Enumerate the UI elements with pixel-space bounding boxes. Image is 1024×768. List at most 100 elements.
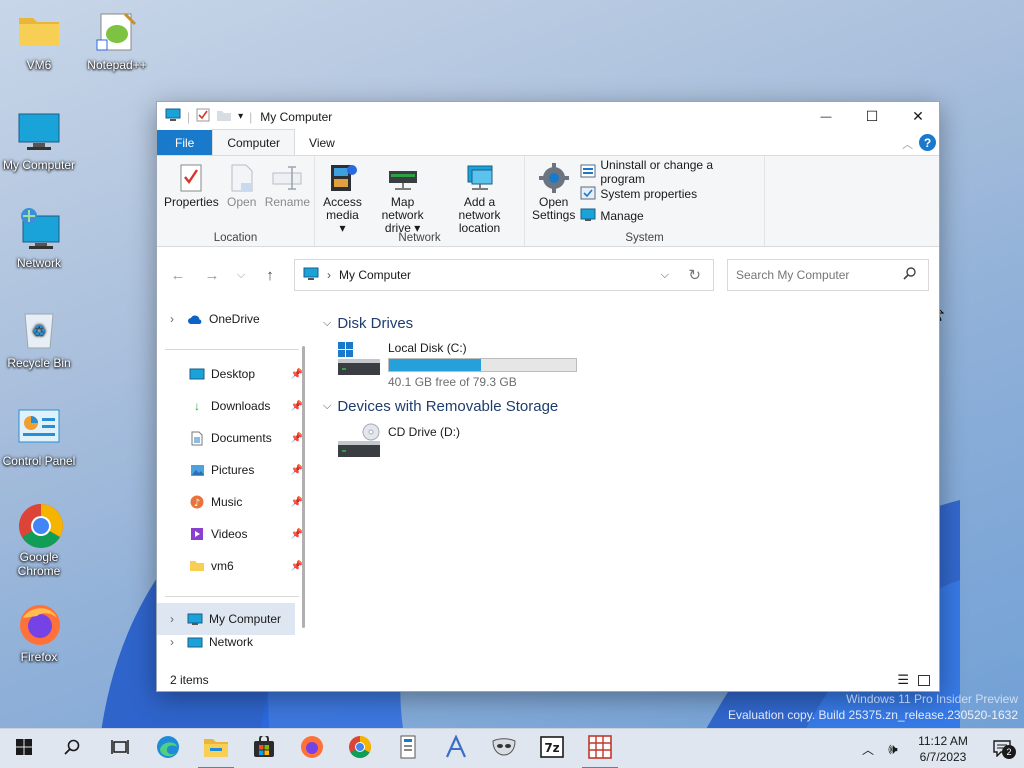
search-icon [903,267,916,283]
collapse-ribbon-icon[interactable]: ︿ [902,136,913,152]
windows-logo-icon [16,739,32,758]
desktop-icon-google-chrome[interactable]: Google Chrome [0,502,78,578]
control-panel-icon [17,406,61,450]
system-properties-button[interactable]: System properties [580,183,760,205]
new-folder-quick-icon[interactable] [216,108,232,125]
taskbar-app-mask[interactable] [480,729,528,768]
nav-item-network[interactable]: › Network [157,635,307,649]
tab-computer[interactable]: Computer [212,129,296,155]
mask-app-icon [491,737,517,760]
tab-view[interactable]: View [295,130,349,155]
ribbon: Properties Open Rename Location Access m… [157,156,939,247]
details-view-icon[interactable]: ☰ [897,672,909,688]
desktop-icon-control-panel[interactable]: Control Panel [0,406,78,468]
drive-local-disk-c[interactable]: Local Disk (C:) 40.1 GB free of 79.3 GB [337,341,577,389]
large-icons-view-icon[interactable] [918,674,930,686]
up-arrow-icon[interactable]: ↑ [253,267,287,284]
refresh-icon[interactable]: ↻ [688,266,701,284]
volume-icon[interactable]: 🕪 [880,741,906,758]
desktop-icon-notepadpp[interactable]: Notepad++ [78,10,156,72]
nav-item-vm6[interactable]: vm6 📌 [157,550,307,582]
close-button[interactable]: ✕ [895,102,941,131]
help-icon[interactable]: ? [919,134,936,151]
ribbon-group-location: Properties Open Rename Location [157,156,315,246]
breadcrumb-my-computer[interactable]: My Computer [339,268,411,282]
nav-item-videos[interactable]: Videos 📌 [157,518,307,550]
expand-chevron-icon[interactable]: › [157,612,187,626]
desktop-icon-vm6[interactable]: VM6 [0,10,78,72]
status-bar: 2 items ☰ [157,669,939,691]
system-properties-icon [580,186,596,203]
taskbar-7zip[interactable]: 7z [528,729,576,768]
explorer-window: | ▾ | My Computer — ☐ ✕ File Computer Vi… [156,101,940,692]
map-network-drive-icon [386,160,420,196]
task-view-button[interactable] [96,729,144,768]
taskbar: 7z ︿ 🕪 11:12 AM 6/7/2023 2 [0,728,1024,768]
nav-pane-scrollbar[interactable] [302,346,305,628]
manage-button[interactable]: Manage [580,205,760,227]
navigation-pane: › OneDrive Desktop 📌 ↓ Downloads 📌 Docum… [157,303,307,673]
start-button[interactable] [0,729,48,768]
address-bar[interactable]: › My Computer ⌵ ↻ [294,259,714,291]
tab-file[interactable]: File [157,130,213,155]
group-label-location: Location [213,232,258,244]
search-input[interactable]: Search My Computer [736,268,849,282]
desktop-icon-network[interactable]: Network [0,208,78,270]
content-pane: ⌵ Disk Drives Local Disk (C:) 40.1 GB fr… [317,303,939,673]
nav-item-onedrive[interactable]: › OneDrive [157,303,307,335]
group-label-network: Network [398,232,441,244]
desktop-icon-recycle-bin[interactable]: ♻ Recycle Bin [0,308,78,370]
downloads-icon: ↓ [194,399,200,413]
drive-name: Local Disk (C:) [388,341,467,355]
manage-icon [580,208,596,225]
svg-text:7z: 7z [544,741,559,755]
expand-chevron-icon[interactable]: › [157,312,187,326]
show-hidden-icons-chevron-icon[interactable]: ︿ [856,741,880,758]
item-count: 2 items [170,673,209,687]
nav-item-music[interactable]: ♪ Music 📌 [157,486,307,518]
notification-center-button[interactable]: 2 [980,739,1024,760]
back-arrow-icon[interactable]: ← [161,267,195,284]
desktop-icon-firefox[interactable]: Firefox [0,602,78,664]
nav-item-pictures[interactable]: Pictures 📌 [157,454,307,486]
group-header-disk-drives[interactable]: ⌵ Disk Drives [323,311,413,335]
uninstall-program-button[interactable]: Uninstall or change a program [580,158,760,186]
nav-item-downloads[interactable]: ↓ Downloads 📌 [157,390,307,422]
recycle-bin-icon: ♻ [17,308,61,352]
nav-item-desktop[interactable]: Desktop 📌 [157,358,307,390]
taskbar-chrome[interactable] [336,729,384,768]
taskbar-store[interactable] [240,729,288,768]
taskbar-firefox[interactable] [288,729,336,768]
clock[interactable]: 11:12 AM 6/7/2023 [906,733,980,765]
taskbar-edge[interactable] [144,729,192,768]
programs-icon [580,164,596,181]
taskbar-app-document[interactable] [384,729,432,768]
forward-arrow-icon[interactable]: → [195,267,229,284]
chevron-down-icon[interactable]: ▾ [238,111,243,122]
search-box[interactable]: Search My Computer [727,259,929,291]
7zip-icon: 7z [540,736,564,761]
expand-chevron-icon[interactable]: › [157,635,187,649]
taskbar-app-calc[interactable] [576,729,624,768]
nav-item-documents[interactable]: Documents 📌 [157,422,307,454]
music-icon: ♪ [189,494,205,510]
collapse-chevron-icon: ⌵ [323,399,332,412]
disk-usage-bar [388,358,577,372]
title-bar[interactable]: | ▾ | My Computer — ☐ ✕ [157,102,939,131]
group-header-removable-storage[interactable]: ⌵ Devices with Removable Storage [323,394,558,418]
properties-icon [174,160,208,196]
taskbar-search-button[interactable] [48,729,96,768]
maximize-button[interactable]: ☐ [849,102,895,131]
taskbar-app-a[interactable] [432,729,480,768]
address-dropdown-icon[interactable]: ⌵ [661,269,669,282]
minimize-button[interactable]: — [803,102,849,131]
taskbar-file-explorer[interactable] [192,729,240,768]
drive-free-space: 40.1 GB free of 79.3 GB [388,375,517,389]
search-icon [64,739,80,758]
nav-item-my-computer[interactable]: › My Computer [157,603,295,635]
drive-cd-d[interactable]: CD Drive (D:) [337,423,460,462]
properties-quick-icon[interactable] [196,108,210,125]
desktop-icon-my-computer[interactable]: My Computer [0,110,78,172]
document-app-icon [399,735,417,762]
recent-locations-chevron-icon[interactable]: ⌵ [229,269,253,282]
